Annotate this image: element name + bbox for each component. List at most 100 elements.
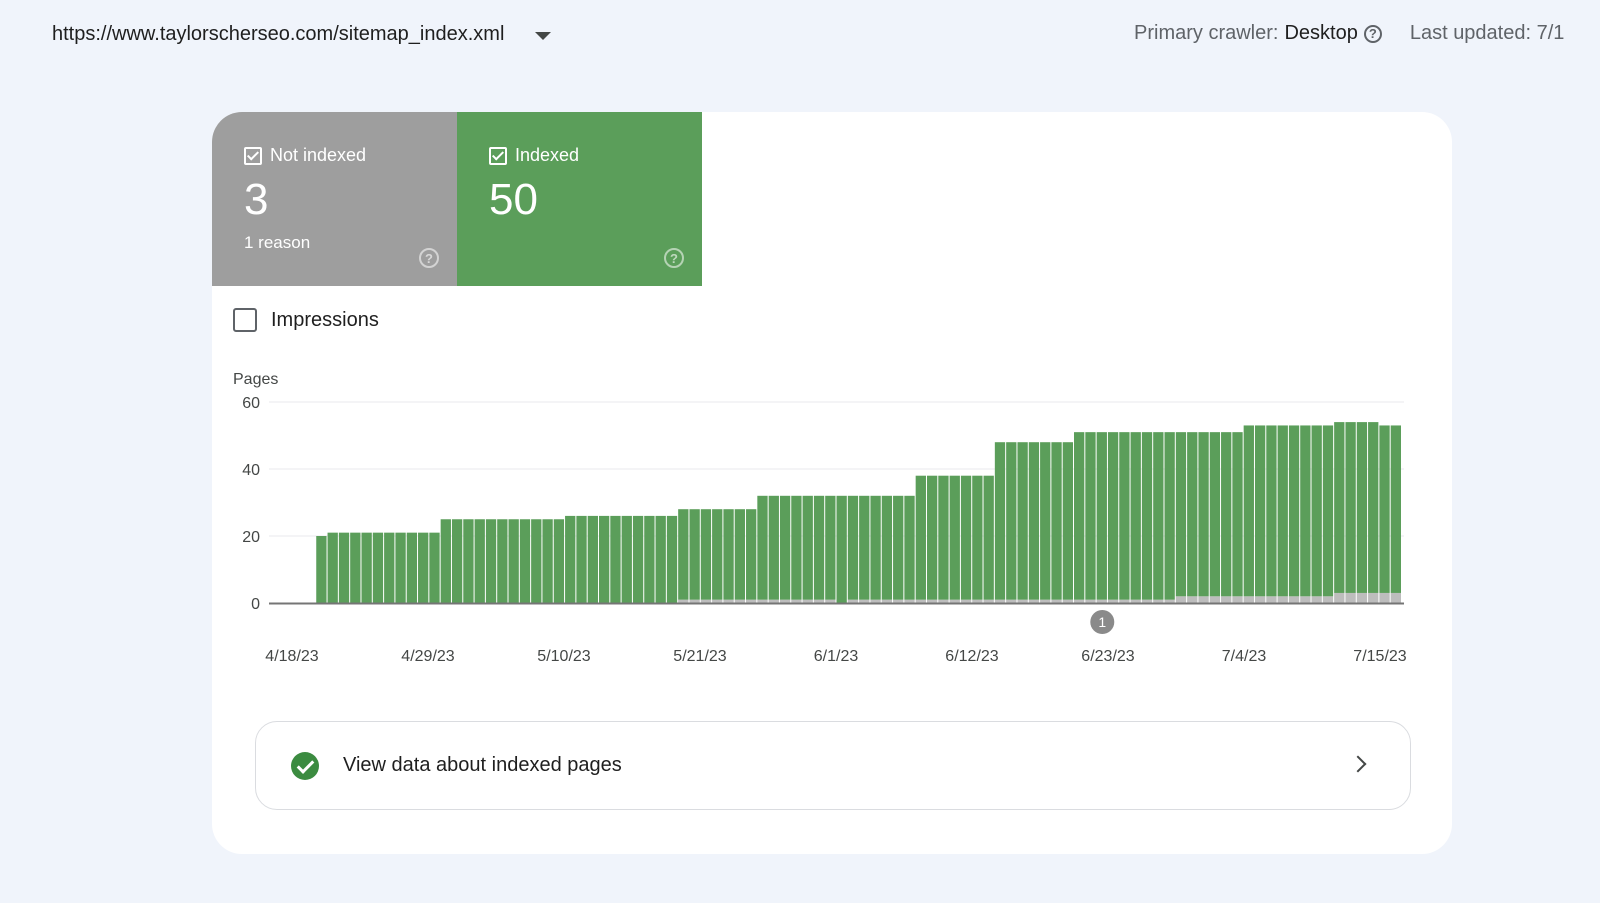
indexed-tile[interactable]: Indexed 50 ? (457, 112, 702, 286)
bar-indexed (893, 495, 904, 600)
bar-indexed (632, 515, 644, 603)
bar-not-indexed (1062, 599, 1074, 603)
not-indexed-count: 3 (244, 175, 269, 224)
bar-not-indexed (802, 599, 813, 603)
checked-checkbox-icon[interactable] (244, 146, 262, 165)
bar-not-indexed (1209, 596, 1221, 603)
not-indexed-tile[interactable]: Not indexed 3 1 reason ? (212, 112, 457, 286)
bar-indexed (1107, 432, 1119, 600)
bar-indexed (836, 495, 847, 603)
bar-not-indexed (881, 599, 893, 603)
bar-indexed (949, 475, 960, 600)
bar-indexed (1006, 442, 1017, 600)
bar-indexed (610, 515, 621, 603)
bar-indexed (451, 519, 463, 603)
top-bar: https://www.taylorscherseo.com/sitemap_i… (0, 0, 1600, 76)
y-axis-title: Pages (233, 371, 278, 388)
bar-indexed (531, 519, 542, 603)
bar-indexed (1074, 432, 1085, 600)
unchecked-checkbox-icon[interactable] (233, 308, 257, 332)
help-icon[interactable]: ? (664, 248, 684, 268)
bar-indexed (350, 532, 361, 603)
bar-not-indexed (1288, 596, 1300, 603)
bar-not-indexed (1311, 596, 1322, 603)
bar-not-indexed (859, 599, 870, 603)
view-indexed-pages-link[interactable]: View data about indexed pages (255, 721, 1411, 810)
last-updated: Last updated: 7/1 (1409, 22, 1565, 44)
bar-indexed (666, 515, 678, 603)
bar-indexed (1028, 442, 1040, 600)
bar-indexed (802, 495, 813, 600)
coverage-card: Not indexed 3 1 reason ? Indexed 50 ? Im… (212, 112, 1452, 854)
bar-not-indexed (746, 599, 757, 603)
y-tick-label: 0 (251, 596, 260, 613)
bar-indexed (1119, 432, 1130, 600)
bar-indexed (757, 495, 768, 600)
bar-not-indexed (1390, 592, 1401, 603)
bar-not-indexed (1119, 599, 1130, 603)
bar-indexed (926, 475, 938, 600)
bar-indexed (587, 515, 598, 603)
bar-not-indexed (1028, 599, 1040, 603)
x-tick-label: 4/18/23 (265, 648, 318, 665)
help-icon[interactable]: ? (1363, 24, 1382, 43)
pages-chart: Pages 0 20 40 60 4/18/23 4/29/23 5/10/23 5/21/23… (233, 371, 1407, 665)
bar-indexed (825, 495, 836, 600)
bar-indexed (1085, 432, 1096, 600)
bar-not-indexed (960, 599, 972, 603)
bar-not-indexed (1368, 592, 1379, 603)
bar-not-indexed (1141, 599, 1153, 603)
bar-indexed (1017, 442, 1028, 600)
bar-indexed (1356, 422, 1368, 593)
bar-not-indexed (870, 599, 881, 603)
bar-indexed (655, 515, 666, 603)
bar-indexed (440, 519, 451, 603)
bar-indexed (1164, 432, 1175, 600)
not-indexed-label: Not indexed (270, 145, 367, 165)
indexed-header: Indexed (489, 145, 579, 166)
bar-indexed (429, 532, 440, 603)
bar-indexed (960, 475, 972, 600)
bar-not-indexed (1040, 599, 1051, 603)
bar-indexed (1288, 425, 1300, 597)
bar-indexed (553, 519, 565, 603)
bar-indexed (972, 475, 983, 600)
bar-indexed (1322, 425, 1334, 597)
bar-not-indexed (915, 599, 926, 603)
bar-indexed (723, 509, 734, 600)
bar-indexed (1243, 425, 1254, 597)
bar-not-indexed (1254, 596, 1266, 603)
impressions-label: Impressions (271, 308, 379, 331)
x-tick-label: 4/29/23 (401, 648, 454, 665)
bar-not-indexed (757, 599, 768, 603)
bar-not-indexed (1198, 596, 1209, 603)
bar-indexed (1062, 442, 1074, 600)
bar-not-indexed (1051, 599, 1062, 603)
bar-indexed (542, 519, 553, 603)
not-indexed-header: Not indexed (244, 145, 366, 166)
bar-indexed (1232, 432, 1243, 597)
caret-down-icon[interactable] (535, 32, 552, 40)
bar-not-indexed (1153, 599, 1164, 603)
annotation-label: 1 (1098, 614, 1106, 630)
sitemap-selector[interactable]: https://www.taylorscherseo.com/sitemap_i… (52, 23, 552, 46)
y-tick-label: 60 (242, 395, 260, 412)
bar-indexed (1311, 425, 1322, 597)
bar-indexed (938, 475, 949, 600)
checked-checkbox-icon[interactable] (489, 146, 507, 165)
help-icon[interactable]: ? (419, 248, 439, 268)
sitemap-url: https://www.taylorscherseo.com/sitemap_i… (52, 23, 505, 45)
bar-indexed (1187, 432, 1198, 597)
bar-indexed (372, 532, 384, 603)
bar-indexed (1209, 432, 1221, 597)
crawler-value: Desktop (1284, 22, 1358, 44)
impressions-toggle[interactable]: Impressions (233, 308, 379, 332)
bar-indexed (1175, 432, 1187, 597)
x-tick-label: 6/12/23 (945, 648, 998, 665)
bar-not-indexed (1164, 599, 1175, 603)
bar-not-indexed (847, 599, 859, 603)
bar-indexed (644, 515, 655, 603)
bar-indexed (746, 509, 757, 600)
bar-indexed (519, 519, 531, 603)
bar-not-indexed (723, 599, 734, 603)
